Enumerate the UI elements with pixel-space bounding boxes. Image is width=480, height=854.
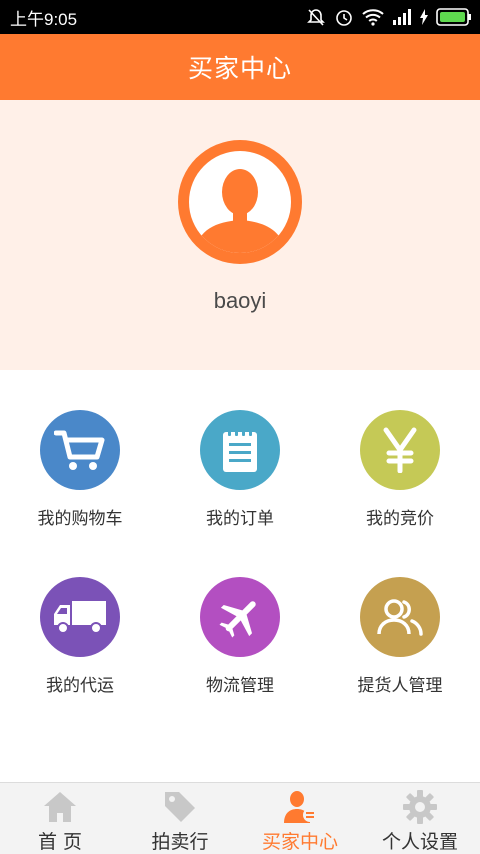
- tab-auction[interactable]: 拍卖行: [120, 783, 240, 854]
- gear-icon: [402, 789, 438, 825]
- status-bar: 上午9:05: [0, 0, 480, 34]
- avatar[interactable]: [178, 140, 302, 264]
- tab-label: 个人设置: [381, 831, 458, 853]
- tab-buyer-center[interactable]: 买家中心: [240, 783, 360, 854]
- home-icon: [42, 789, 78, 825]
- app-header: 买家中心: [0, 34, 480, 100]
- menu-item-pickup-persons[interactable]: 提货人管理: [320, 370, 480, 696]
- menu-item-label: 物流管理: [206, 676, 274, 696]
- signal-icon: [392, 9, 412, 25]
- alarm-icon: [334, 7, 354, 27]
- mute-bell-icon: [306, 7, 326, 27]
- tab-home[interactable]: 首 页: [0, 783, 120, 854]
- page-title: 买家中心: [187, 54, 292, 83]
- tab-settings[interactable]: 个人设置: [360, 783, 480, 854]
- menu-grid: 我的购物车 我的订单 我的竞价 我的代运 物流管理 提货人管理: [0, 370, 480, 782]
- tab-label: 首 页: [37, 831, 83, 853]
- menu-item-logistics[interactable]: 物流管理: [160, 370, 320, 696]
- tab-bar: 首 页 拍卖行 买家中心 个人设置: [0, 782, 480, 854]
- profile-section: baoyi: [0, 100, 480, 370]
- people-icon: [360, 577, 440, 657]
- truck-icon: [40, 577, 120, 657]
- status-icons: [306, 7, 472, 27]
- username: baoyi: [213, 288, 267, 313]
- charging-icon: [420, 9, 428, 25]
- tab-label: 买家中心: [261, 831, 338, 853]
- battery-icon: [436, 8, 472, 26]
- tab-label: 拍卖行: [151, 831, 209, 853]
- status-time: 上午9:05: [10, 9, 78, 29]
- menu-item-label: 提货人管理: [357, 676, 443, 696]
- user-silhouette-icon: [178, 140, 302, 264]
- tag-icon: [162, 789, 198, 825]
- airplane-icon: [200, 577, 280, 657]
- menu-item-label: 我的代运: [46, 676, 114, 696]
- buyer-icon: [282, 789, 318, 825]
- wifi-icon: [362, 8, 384, 26]
- menu-item-shipping[interactable]: 我的代运: [0, 370, 160, 696]
